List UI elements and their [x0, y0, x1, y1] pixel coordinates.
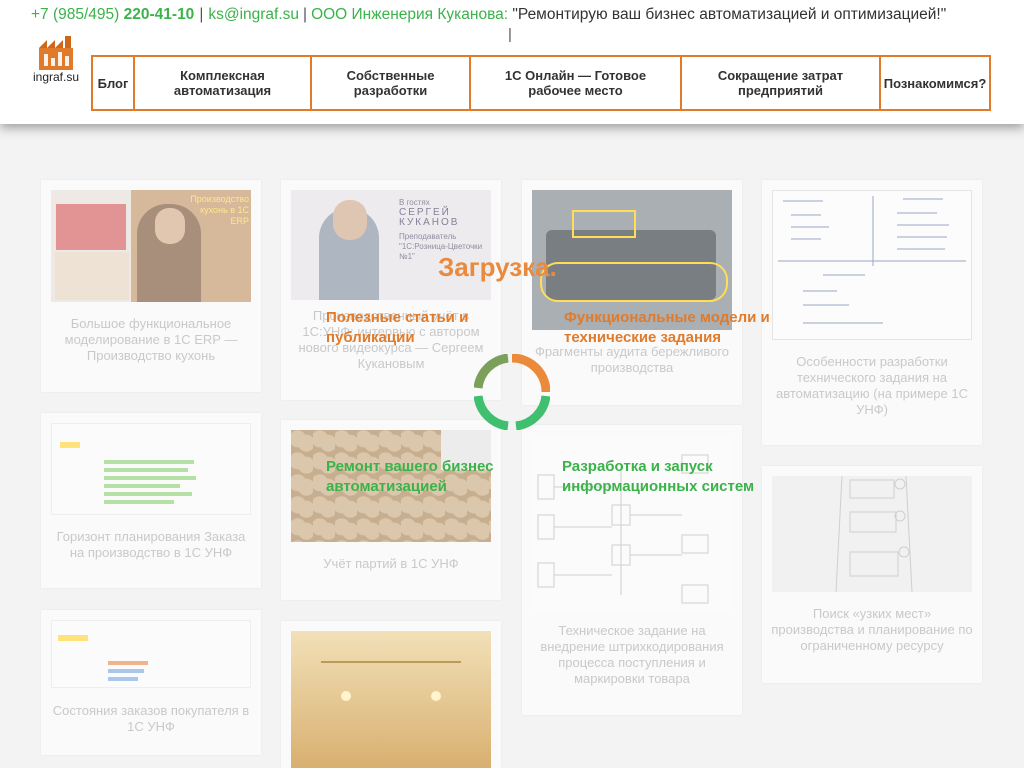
article-thumbnail [291, 631, 491, 768]
phone-link[interactable]: +7 (985/495) 220-41-10 [31, 6, 194, 23]
article-card[interactable]: Фрагменты аудита бережливого производств… [522, 180, 742, 405]
category-link-functional-models[interactable]: Функциональные модели и технические зада… [564, 308, 794, 348]
article-thumbnail [51, 620, 251, 688]
article-card[interactable] [281, 621, 501, 768]
site-logo[interactable]: ingraf.su [30, 36, 82, 86]
category-link-business-repair[interactable]: Ремонт вашего бизнес автоматизацией [326, 457, 526, 497]
category-link-info-systems[interactable]: Разработка и запуск информационных систе… [562, 457, 777, 497]
loading-text: Загрузка. [438, 252, 557, 282]
article-title: Горизонт планирования Заказа на производ… [56, 529, 246, 560]
text-caret: | [508, 26, 512, 43]
article-card[interactable]: Производство кухонь в 1С ERP Большое фун… [41, 180, 261, 392]
article-card[interactable]: В гостях СЕРГЕЙ КУКАНОВ Преподаватель "1… [281, 180, 501, 400]
article-thumbnail [51, 423, 251, 515]
nav-item-about[interactable]: Познакомимся? [881, 57, 989, 109]
nav-item-1c-online[interactable]: 1С Онлайн — Готовое рабочее место [471, 57, 682, 109]
category-link-articles[interactable]: Полезные статьи и публикации [326, 308, 496, 348]
nav-item-own-developments[interactable]: Собственные разработки [312, 57, 471, 109]
article-thumbnail [772, 476, 972, 592]
article-card[interactable]: Горизонт планирования Заказа на производ… [41, 413, 261, 588]
site-header: +7 (985/495) 220-41-10 | ks@ingraf.su | ООО … [0, 0, 1024, 124]
article-title: Поиск «узких мест» производства и планир… [771, 606, 973, 653]
article-thumbnail: Производство кухонь в 1С ERP [51, 190, 251, 302]
contact-line: +7 (985/495) 220-41-10 | ks@ingraf.su | ООО … [31, 6, 947, 23]
article-card[interactable]: Состояния заказов покупателя в 1С УНФ [41, 610, 261, 755]
logo-text: ingraf.su [32, 70, 80, 84]
nav-item-cost-reduction[interactable]: Сокращение затрат предприятий [682, 57, 881, 109]
article-title: Учёт партий в 1С УНФ [323, 556, 459, 571]
flowchart-icon [835, 476, 913, 592]
article-thumbnail: В гостях СЕРГЕЙ КУКАНОВ Преподаватель "1… [291, 190, 491, 300]
nav-item-complex-automation[interactable]: Комплексная автоматизация [135, 57, 312, 109]
article-title: Особенности разработки технического зада… [776, 354, 968, 417]
nav-item-blog[interactable]: Блог [93, 57, 135, 109]
loading-spinner-icon [474, 354, 550, 430]
article-title: Фрагменты аудита бережливого производств… [534, 344, 730, 375]
article-title: Состояния заказов покупателя в 1С УНФ [52, 703, 250, 734]
article-card[interactable]: Особенности разработки технического зада… [762, 180, 982, 445]
article-title: Большое функциональное моделирование в 1… [64, 316, 238, 363]
factory-logo-icon [39, 36, 73, 70]
tagline: "Ремонтирую ваш бизнес автоматизацией и … [512, 6, 947, 23]
article-title: Техническое задание на внедрение штрихко… [540, 623, 724, 686]
email-link[interactable]: ks@ingraf.su [208, 6, 299, 23]
article-card[interactable]: Учёт партий в 1С УНФ [281, 420, 501, 600]
whiteboard-sketch-icon [778, 196, 966, 324]
article-thumbnail [772, 190, 972, 340]
main-nav: Блог Комплексная автоматизация Собственн… [91, 55, 991, 111]
company-name: ООО Инженерия Куканова: [311, 6, 509, 23]
article-card[interactable]: Поиск «узких мест» производства и планир… [762, 466, 982, 683]
